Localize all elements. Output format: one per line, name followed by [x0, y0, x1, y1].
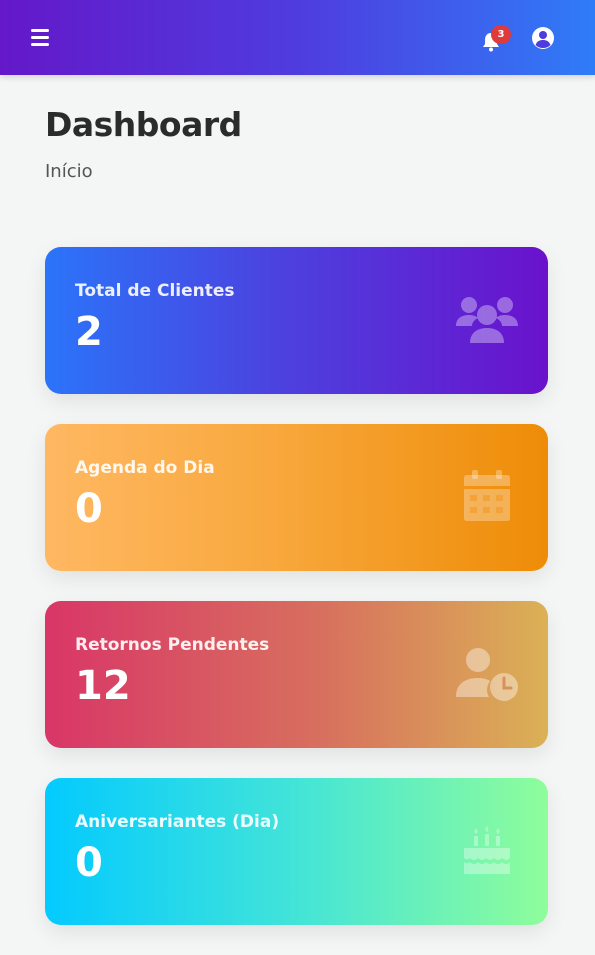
user-profile-button[interactable]: [531, 26, 555, 50]
card-label: Retornos Pendentes: [75, 635, 270, 655]
top-navbar: 3: [0, 0, 595, 75]
card-retornos-pendentes[interactable]: Retornos Pendentes 12: [45, 601, 548, 748]
notification-badge: 3: [491, 25, 511, 44]
calendar-icon: [464, 470, 510, 521]
menu-toggle-button[interactable]: [28, 26, 52, 48]
breadcrumb: Início: [45, 161, 93, 182]
menu-icon-bar: [31, 36, 49, 39]
notifications-button[interactable]: 3: [478, 24, 511, 52]
card-value: 12: [75, 663, 131, 709]
card-total-clientes[interactable]: Total de Clientes 2: [45, 247, 548, 394]
menu-icon: [31, 29, 49, 32]
card-label: Agenda do Dia: [75, 458, 215, 478]
user-clock-icon: [456, 648, 518, 701]
user-circle-icon: [532, 27, 554, 49]
users-icon: [456, 297, 518, 343]
card-aniversariantes[interactable]: Aniversariantes (Dia) 0: [45, 778, 548, 925]
card-value: 2: [75, 309, 103, 355]
card-label: Aniversariantes (Dia): [75, 812, 280, 832]
page-title: Dashboard: [45, 105, 242, 144]
card-agenda-do-dia[interactable]: Agenda do Dia 0: [45, 424, 548, 571]
menu-icon-bar: [31, 43, 49, 46]
card-value: 0: [75, 486, 103, 532]
card-value: 0: [75, 840, 103, 886]
birthday-cake-icon: [464, 826, 510, 874]
card-label: Total de Clientes: [75, 281, 235, 301]
